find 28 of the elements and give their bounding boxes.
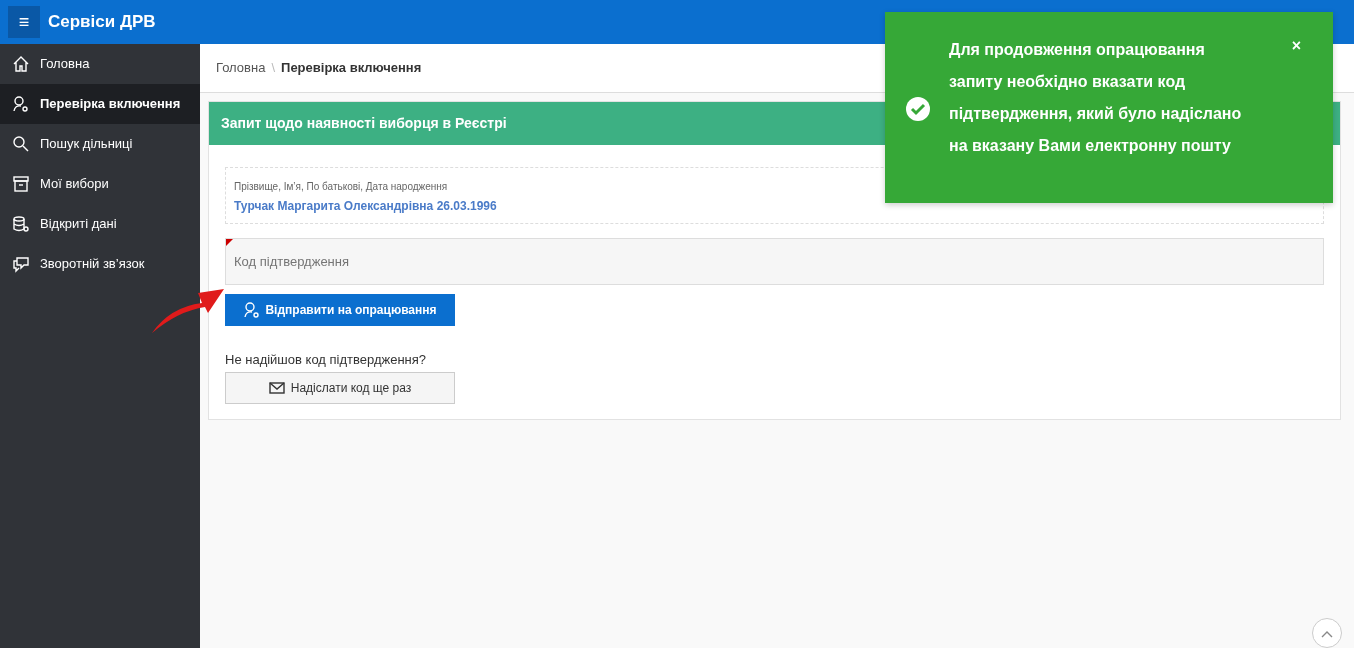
scroll-top-button[interactable] [1312, 618, 1342, 648]
resend-button[interactable]: Надіслати код ще раз [225, 371, 455, 404]
envelope-icon [268, 380, 285, 395]
chevron-up-icon [1321, 629, 1333, 638]
database-icon [12, 215, 30, 233]
sidebar-item[interactable]: Пошук дільниці [0, 124, 200, 164]
search-icon [12, 135, 30, 153]
breadcrumb-item: Перевірка включення [281, 59, 422, 78]
archive-icon [12, 175, 30, 193]
submit-button[interactable]: Відправити на опрацювання [225, 294, 455, 326]
sidebar-item[interactable]: Головна [0, 44, 200, 84]
sidebar-item[interactable]: Перевірка включення [0, 84, 200, 124]
check-circle-icon [905, 96, 931, 122]
person-value: Турчак Маргарита Олександрівна 26.03.1996 [234, 197, 497, 215]
user-search-icon [243, 301, 262, 319]
code-input-field[interactable]: Код підтвердження [226, 239, 1323, 284]
breadcrumb-item[interactable]: Головна [216, 58, 266, 78]
sidebar-item[interactable]: Мої вибори [0, 164, 200, 204]
field-label: Прізвище, Ім’я, По батькові, Дата народження [234, 180, 448, 194]
resend-prompt: Не надійшов код підтвердження? [225, 351, 428, 369]
home-icon [12, 55, 30, 73]
menu-button[interactable]: ≡ [8, 6, 40, 38]
sidebar-item[interactable]: Відкриті дані [0, 204, 200, 244]
user-search-icon [12, 95, 30, 113]
breadcrumb-separator: \ [271, 59, 276, 78]
app-title: Сервіси ДРВ [48, 11, 156, 34]
chat-icon [12, 255, 30, 273]
sidebar-item[interactable]: Зворотній зв’язок [0, 244, 200, 284]
